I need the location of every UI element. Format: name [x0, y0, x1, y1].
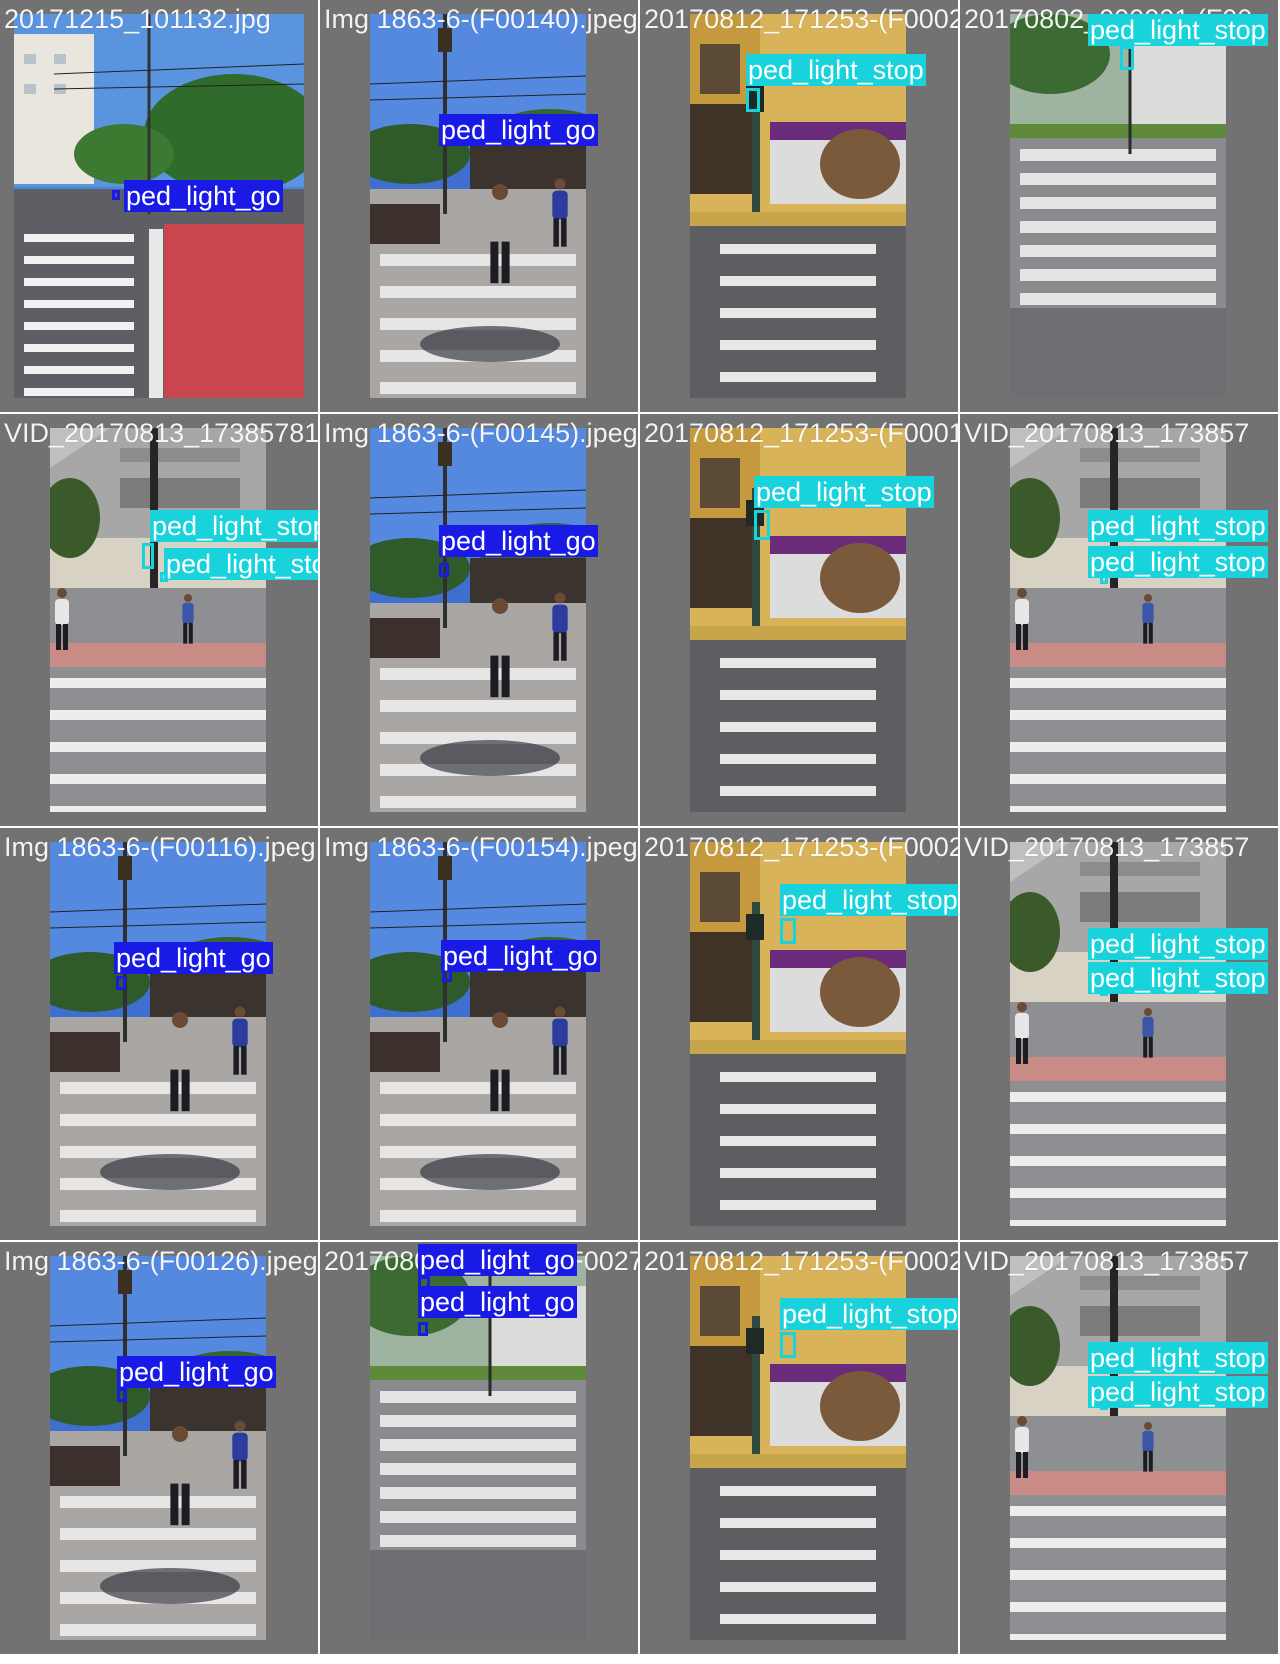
- tile-filename: Img 1863-6-(F00154).jpeg: [324, 832, 638, 862]
- detection-label: ped_light_stop: [150, 510, 318, 542]
- mosaic-tile: 20170812_171253-(F00014).jpeg ped_light_s…: [640, 414, 958, 826]
- tile-filename: 20170812_171253-(F00020).jpeg: [644, 4, 958, 34]
- tile-filename: Img 1863-6-(F00145).jpeg: [324, 418, 638, 448]
- detection-label: ped_light_go: [441, 940, 600, 972]
- detection-box: [746, 88, 760, 112]
- mosaic-tile: Img 1863-6-(F00154).jpeg ped_light_go: [320, 828, 638, 1240]
- tile-filename: 20171215_101132.jpg: [4, 4, 271, 34]
- detection-label: ped_light_go: [124, 180, 283, 212]
- detection-box: [112, 190, 120, 200]
- detection-label: ped_light_stop: [1088, 962, 1268, 994]
- tile-filename: Img 1863-6-(F00126).jpeg: [4, 1246, 318, 1276]
- detection-label: ped_light_go: [418, 1244, 577, 1276]
- tile-photo: [1010, 842, 1226, 1226]
- detection-box: [418, 1322, 428, 1336]
- mosaic-tile: 20170812_171253-(F00029).jpeg ped_light_s…: [640, 1242, 958, 1654]
- tile-filename: VID_20170813_173857: [964, 1246, 1250, 1276]
- mosaic-tile: VID_20170813_173857 ped_light_stop ped_lig…: [960, 828, 1278, 1240]
- mosaic-tile: 20170802_000001 (F00ped_light_stop: [960, 0, 1278, 412]
- tile-filename: Img 1863-6-(F00140).jpeg: [324, 4, 638, 34]
- tile-photo: [370, 428, 586, 812]
- detection-box: [780, 918, 796, 944]
- detection-label: ped_light_stop: [746, 54, 926, 86]
- mosaic-tile: Img 1863-6-(F00140).jpeg ped_light_go: [320, 0, 638, 412]
- detection-box: [439, 563, 449, 577]
- tile-photo: [370, 842, 586, 1226]
- tile-filename: Img 1863-6-(F00116).jpeg: [4, 832, 316, 862]
- tile-photo: [1010, 428, 1226, 812]
- detection-box: [117, 1388, 127, 1402]
- detection-box: [116, 976, 126, 990]
- detection-label: ped_light_stop: [1088, 546, 1268, 578]
- tile-photo: [50, 1256, 266, 1640]
- detection-label: ped_light_stop: [164, 548, 318, 580]
- mosaic-tile: 20170812_171253-(F00028).jpeg ped_light_s…: [640, 828, 958, 1240]
- mosaic-tile: Img 1863-6-(F00116).jpeg ped_light_go: [0, 828, 318, 1240]
- detection-label: ped_light_go: [439, 525, 598, 557]
- detection-label: ped_light_stop: [780, 1298, 958, 1330]
- tile-photo: [50, 842, 266, 1226]
- detection-box: [754, 510, 770, 540]
- tile-filename: VID_20170813_173857: [964, 418, 1250, 448]
- mosaic-tile: 20170802_000001-(F00270).jpegped_light_g…: [320, 1242, 638, 1654]
- mosaic-tile: 20170812_171253-(F00020).jpeg ped_light_s…: [640, 0, 958, 412]
- detection-label: ped_light_stop: [1088, 14, 1268, 46]
- detection-label: ped_light_stop: [1088, 510, 1268, 542]
- detection-label: ped_light_stop: [1088, 1342, 1268, 1374]
- detection-label: ped_light_go: [117, 1356, 276, 1388]
- mosaic-tile: 20171215_101132.jpg ped_light_go: [0, 0, 318, 412]
- mosaic-tile: VID_20170813_173857 ped_light_stop ped_lig…: [960, 1242, 1278, 1654]
- detection-label: ped_light_go: [418, 1286, 577, 1318]
- detection-box: [1120, 46, 1134, 70]
- tile-photo: [1010, 14, 1226, 398]
- tile-filename: 20170812_171253-(F00014).jpeg: [644, 418, 958, 448]
- detection-label: ped_light_stop: [780, 884, 958, 916]
- detection-mosaic: 20171215_101132.jpg ped_light_go Img 1863…: [0, 0, 1280, 1664]
- detection-label: ped_light_stop: [1088, 928, 1268, 960]
- tile-filename: VID_20170813_173857815_HDR: [4, 418, 318, 448]
- tile-filename: VID_20170813_173857: [964, 832, 1250, 862]
- detection-box: [780, 1332, 796, 1358]
- detection-label: ped_light_stop: [754, 476, 934, 508]
- mosaic-tile: VID_20170813_173857815_HDR ped_light_stop…: [0, 414, 318, 826]
- detection-label: ped_light_stop: [1088, 1376, 1268, 1408]
- detection-label: ped_light_go: [114, 942, 273, 974]
- mosaic-tile: Img 1863-6-(F00126).jpeg ped_light_go: [0, 1242, 318, 1654]
- tile-photo: [1010, 1256, 1226, 1640]
- mosaic-tile: VID_20170813_173857 ped_light_stop ped_lig…: [960, 414, 1278, 826]
- detection-label: ped_light_go: [439, 114, 598, 146]
- tile-filename: 20170812_171253-(F00029).jpeg: [644, 1246, 958, 1276]
- tile-photo: [50, 428, 266, 812]
- detection-box: [142, 543, 154, 569]
- mosaic-tile: Img 1863-6-(F00145).jpeg ped_light_go: [320, 414, 638, 826]
- tile-filename: 20170812_171253-(F00028).jpeg: [644, 832, 958, 862]
- tile-photo: [370, 14, 586, 398]
